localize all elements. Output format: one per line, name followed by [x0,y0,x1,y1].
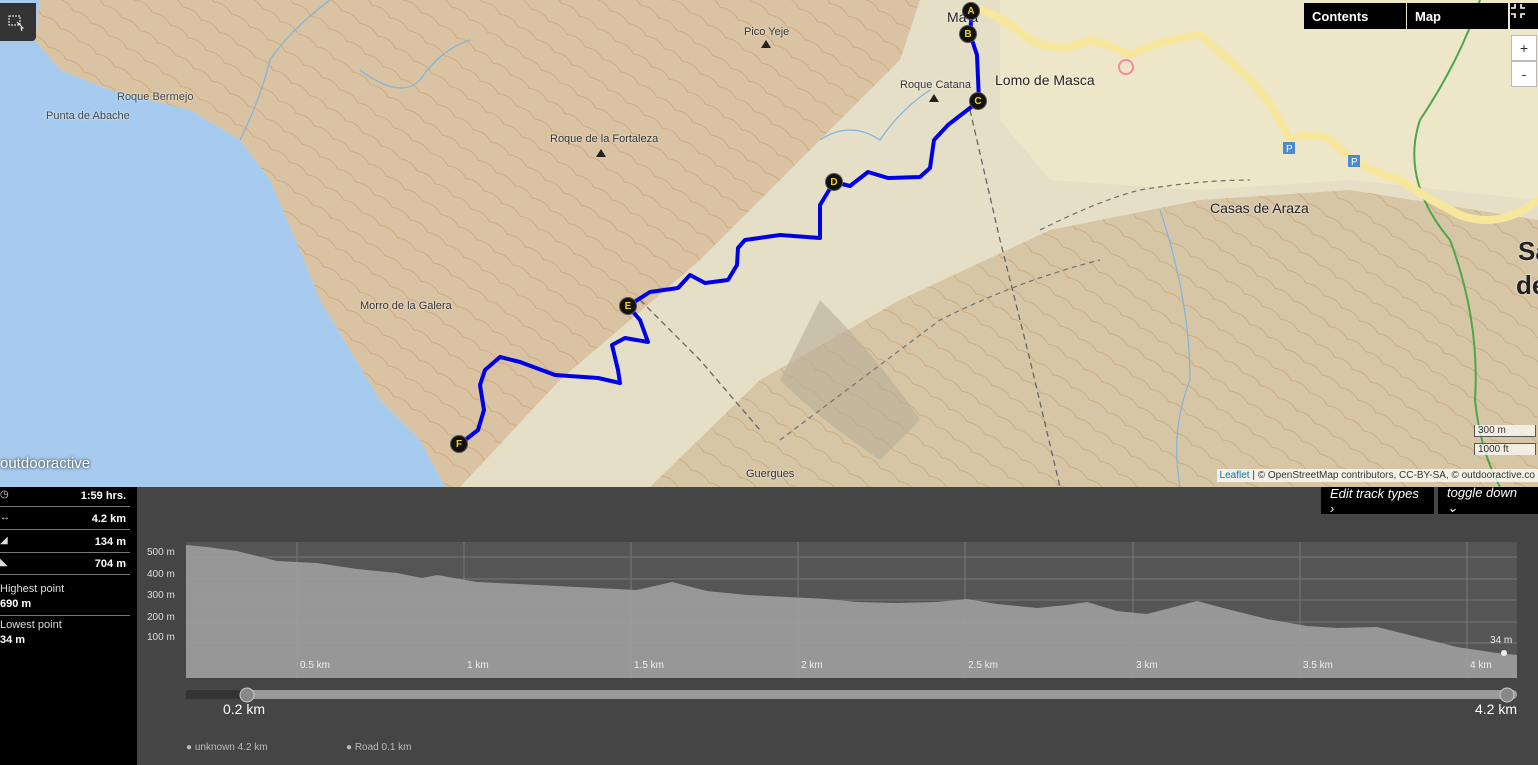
waypoint-c-marker[interactable]: C [969,92,987,110]
place-label: Roque Catana [900,79,971,91]
place-label: Morro de la Galera [360,300,452,312]
range-start-handle [239,687,255,703]
zoom-out-button[interactable]: - [1511,61,1537,87]
stat-ascent: ◢ 134 m [0,533,130,553]
map-layer-button[interactable]: Map [1407,3,1508,29]
x-tick-label: 3.5 km [1303,660,1334,671]
attribution-text: | © OpenStreetMap contributors, CC-BY-SA… [1249,470,1535,481]
distance-icon: ↔ [0,512,10,523]
ascent-icon: ◢ [0,535,8,546]
fullscreen-exit-icon[interactable] [1510,3,1538,29]
waypoint-e-marker[interactable]: E [619,297,637,315]
x-tick-label: 0.5 km [300,660,331,671]
x-tick-label: 3 km [1136,660,1158,671]
x-tick-label: 2.5 km [968,660,999,671]
waypoint-b-marker[interactable]: B [959,25,977,43]
legend-road: ● Road 0.1 km [346,742,412,753]
place-label: Punta de Abache [46,110,130,122]
outdooractive-logo: outdooractive [0,455,91,472]
scale-feet: 1000 ft [1474,443,1536,455]
y-tick-label: 300 m [147,590,175,601]
y-tick-label: 200 m [147,612,175,623]
y-tick-label: 400 m [147,569,175,580]
stat-descent: ◣ 704 m [0,555,130,575]
leaflet-link[interactable]: Leaflet [1220,470,1250,481]
x-tick-label: 1 km [467,660,489,671]
place-label: Casas de Araza [1210,200,1309,216]
highest-point-value: 690 m [0,598,32,610]
map-attribution: Leaflet | © OpenStreetMap contributors, … [1216,469,1538,482]
place-label: Roque Bermejo [117,91,194,103]
place-label: Roque de la Fortaleza [550,133,659,145]
place-label: Guergues [746,468,795,480]
range-start-label: 0.2 km [223,701,266,717]
map-canvas[interactable]: P P [0,0,1538,487]
stat-duration: ◷ 1:59 hrs. [0,487,130,507]
zoom-in-button[interactable]: + [1511,35,1537,61]
x-tick-label: 2 km [801,660,823,671]
lowest-point-label: Lowest point [0,619,62,631]
range-end-handle [1499,687,1515,703]
svg-text:P: P [1351,157,1358,168]
waypoint-a-marker[interactable]: A [962,2,980,20]
waypoint-d-marker[interactable]: D [825,173,843,191]
waypoint-f-marker[interactable]: F [450,435,468,453]
selection-tool-icon[interactable] [0,3,36,41]
place-label: Pico Yeje [744,26,790,38]
y-tick-label: 500 m [147,547,175,558]
place-label: de [1516,270,1538,300]
svg-text:P: P [1286,144,1293,155]
tour-stats-panel: ◷ 1:59 hrs. ↔ 4.2 km ◢ 134 m ◣ 704 m Hig… [0,487,137,765]
elevation-chart[interactable] [137,487,1538,765]
y-tick-label: 100 m [147,632,175,643]
descent-icon: ◣ [0,557,8,568]
scale-meters: 300 m [1474,425,1536,437]
toggle-down-button[interactable]: toggle down ⌄ [1438,485,1538,515]
end-elevation-marker: 34 m [1490,635,1513,646]
lowest-point-value: 34 m [0,634,26,646]
range-end-label: 4.2 km [1475,701,1518,717]
stat-distance: ↔ 4.2 km [0,510,130,530]
elevation-profile[interactable]: Edit track types › toggle down ⌄ 500 m 4… [137,485,1538,765]
map-view[interactable]: P P Punta de Abache Roque Bermejo Roque … [0,0,1538,487]
clock-icon: ◷ [0,489,9,500]
x-tick-label: 4 km [1470,660,1492,671]
contents-button[interactable]: Contents [1304,3,1406,29]
legend-unknown: ● unknown 4.2 km [186,742,268,753]
place-label: Sa [1518,236,1538,266]
edit-track-types-button[interactable]: Edit track types › [1321,486,1434,516]
place-label: Lomo de Masca [995,72,1095,88]
highest-point-label: Highest point [0,583,65,595]
x-tick-label: 1.5 km [634,660,665,671]
